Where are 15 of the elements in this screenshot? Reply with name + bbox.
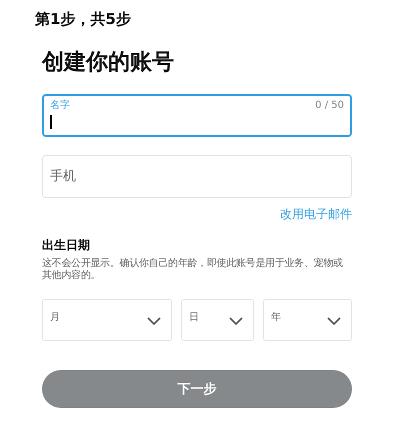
page-title: 创建你的账号 [42,49,175,77]
chevron-down-icon [229,317,243,325]
section-heading: 出生日期 [42,237,91,254]
character-counter: 0 / 50 [315,100,344,111]
phone-field[interactable]: 手机 [42,155,352,198]
chevron-down-icon [147,317,161,325]
name-field[interactable]: 名字 0 / 50 [42,94,352,137]
field-label: 名字 [50,99,70,112]
date-select[interactable]: 月 [42,299,172,341]
section-description: 这不会公开显示。确认你自己的年龄，即使此账号是用于业务、宠物或其他内容的。 [42,258,344,282]
step-indicator: 第1步，共5步 [35,10,132,30]
chevron-down-icon [327,317,341,325]
text-cursor [50,115,52,129]
date-select[interactable]: 日 [181,299,254,341]
date-select[interactable]: 年 [263,299,352,341]
